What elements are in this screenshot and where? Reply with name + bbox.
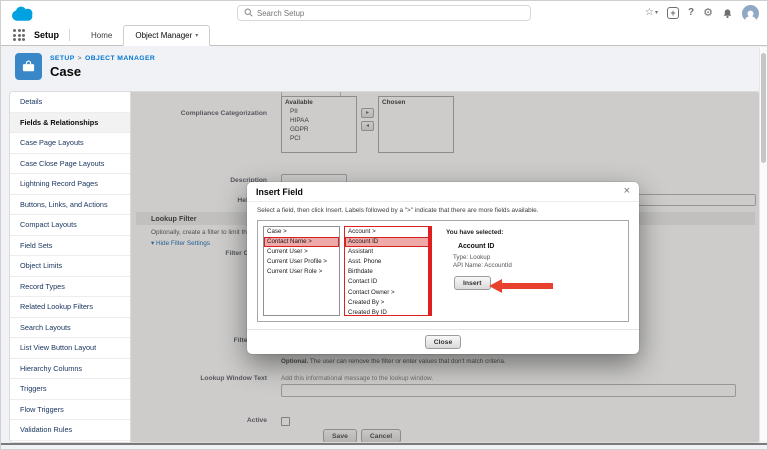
salesforce-logo-icon bbox=[10, 4, 37, 27]
sidebar-item[interactable]: Case Page Layouts bbox=[10, 133, 130, 154]
case-object-icon bbox=[15, 53, 42, 80]
help-icon[interactable]: ? bbox=[688, 8, 694, 18]
global-header: ☆▾ + ? ⚙ bbox=[1, 1, 767, 25]
global-actions-icon[interactable]: + bbox=[667, 7, 679, 19]
app-name: Setup bbox=[34, 30, 59, 40]
sidebar-item[interactable]: List View Button Layout bbox=[10, 338, 130, 359]
user-avatar[interactable] bbox=[742, 5, 759, 22]
breadcrumb-separator: > bbox=[75, 55, 85, 62]
field-picker: Case >Contact Name >Current User >Curren… bbox=[257, 220, 629, 322]
sidebar-item[interactable]: Case Close Page Layouts bbox=[10, 154, 130, 175]
breadcrumb-object-manager[interactable]: OBJECT MANAGER bbox=[85, 55, 155, 62]
salesforce-setup-window: ☆▾ + ? ⚙ Setup Home Object Manager▾ SETU… bbox=[0, 0, 768, 450]
close-icon[interactable]: × bbox=[624, 186, 630, 197]
favorites-caret-icon: ▾ bbox=[655, 10, 658, 16]
field-option[interactable]: Current User Profile > bbox=[264, 257, 339, 267]
field-option[interactable]: Account > bbox=[345, 227, 431, 237]
nav-divider bbox=[69, 29, 70, 41]
sidebar-item[interactable]: Details bbox=[10, 92, 130, 113]
field-column-2: Account >Account IDAssistantAsst. PhoneB… bbox=[344, 226, 432, 316]
selected-field-type: Type: Lookup bbox=[453, 254, 550, 262]
app-launcher-icon[interactable] bbox=[13, 29, 25, 41]
selected-field-api-name: API Name: AccountId bbox=[453, 262, 550, 270]
sidebar-item[interactable]: Compact Layouts bbox=[10, 215, 130, 236]
window-scrollbar[interactable] bbox=[759, 47, 767, 441]
field-option[interactable]: Contact Name > bbox=[264, 237, 339, 247]
window-bottom-edge bbox=[1, 443, 767, 445]
field-option[interactable]: Birthdate bbox=[345, 267, 431, 277]
field-option[interactable]: Contact ID bbox=[345, 277, 431, 287]
field-option[interactable]: Case > bbox=[264, 227, 339, 237]
field-option[interactable]: Current User Role > bbox=[264, 267, 339, 277]
sidebar-item[interactable]: Search Layouts bbox=[10, 318, 130, 339]
sidebar-item[interactable]: Record Types bbox=[10, 277, 130, 298]
modal-close-button[interactable]: Close bbox=[425, 335, 462, 349]
notifications-bell-icon[interactable] bbox=[722, 8, 733, 19]
modal-footer: Close bbox=[247, 329, 639, 354]
field-option[interactable]: Created By ID bbox=[345, 308, 431, 316]
favorites-star-icon[interactable]: ☆▾ bbox=[645, 8, 658, 18]
breadcrumb: SETUP>OBJECT MANAGER bbox=[50, 55, 155, 62]
field-option[interactable]: Asst. Phone bbox=[345, 257, 431, 267]
insert-button[interactable]: Insert bbox=[454, 276, 491, 290]
sidebar-item[interactable]: Fields & Relationships bbox=[10, 113, 130, 134]
sidebar-item[interactable]: Buttons, Links, and Actions bbox=[10, 195, 130, 216]
field-column-1: Case >Contact Name >Current User >Curren… bbox=[263, 226, 340, 316]
page-title: Case bbox=[50, 64, 155, 79]
chevron-down-icon: ▾ bbox=[195, 32, 198, 39]
selection-heading: You have selected: bbox=[446, 229, 550, 236]
tab-home[interactable]: Home bbox=[80, 25, 123, 45]
sidebar-item[interactable]: Triggers bbox=[10, 379, 130, 400]
global-search[interactable] bbox=[237, 5, 531, 21]
annotation-arrow-icon bbox=[489, 278, 553, 299]
modal-title: Insert Field bbox=[256, 187, 303, 197]
page-header: SETUP>OBJECT MANAGER Case bbox=[15, 53, 155, 80]
setup-nav-bar: Setup Home Object Manager▾ bbox=[1, 25, 767, 46]
insert-field-modal: Insert Field × Select a field, then clic… bbox=[247, 182, 639, 354]
field-option[interactable]: Contact Owner > bbox=[345, 288, 431, 298]
sidebar-item[interactable]: Hierarchy Columns bbox=[10, 359, 130, 380]
search-icon bbox=[244, 4, 253, 22]
breadcrumb-setup[interactable]: SETUP bbox=[50, 55, 75, 62]
sidebar-item[interactable]: Object Limits bbox=[10, 256, 130, 277]
column-scrollbar[interactable] bbox=[428, 227, 432, 315]
sidebar-item[interactable]: Validation Rules bbox=[10, 420, 130, 441]
sidebar-item[interactable]: Lightning Record Pages bbox=[10, 174, 130, 195]
selected-field-name: Account ID bbox=[458, 243, 550, 250]
setup-gear-icon[interactable]: ⚙ bbox=[703, 8, 713, 19]
field-option[interactable]: Assistant bbox=[345, 247, 431, 257]
modal-instruction: Select a field, then click Insert. Label… bbox=[247, 202, 639, 214]
scrollbar-thumb[interactable] bbox=[761, 53, 766, 163]
field-option[interactable]: Account ID bbox=[345, 237, 431, 247]
sidebar-item[interactable]: Flow Triggers bbox=[10, 400, 130, 421]
field-option[interactable]: Current User > bbox=[264, 247, 339, 257]
sidebar-item[interactable]: Related Lookup Filters bbox=[10, 297, 130, 318]
tab-object-manager[interactable]: Object Manager▾ bbox=[123, 25, 210, 46]
field-option[interactable]: Created By > bbox=[345, 298, 431, 308]
header-actions: ☆▾ + ? ⚙ bbox=[645, 3, 759, 23]
search-input[interactable] bbox=[257, 9, 524, 18]
modal-header: Insert Field × bbox=[247, 182, 639, 202]
sidebar-item[interactable]: Field Sets bbox=[10, 236, 130, 257]
object-sidebar: DetailsFields & RelationshipsCase Page L… bbox=[10, 92, 131, 442]
